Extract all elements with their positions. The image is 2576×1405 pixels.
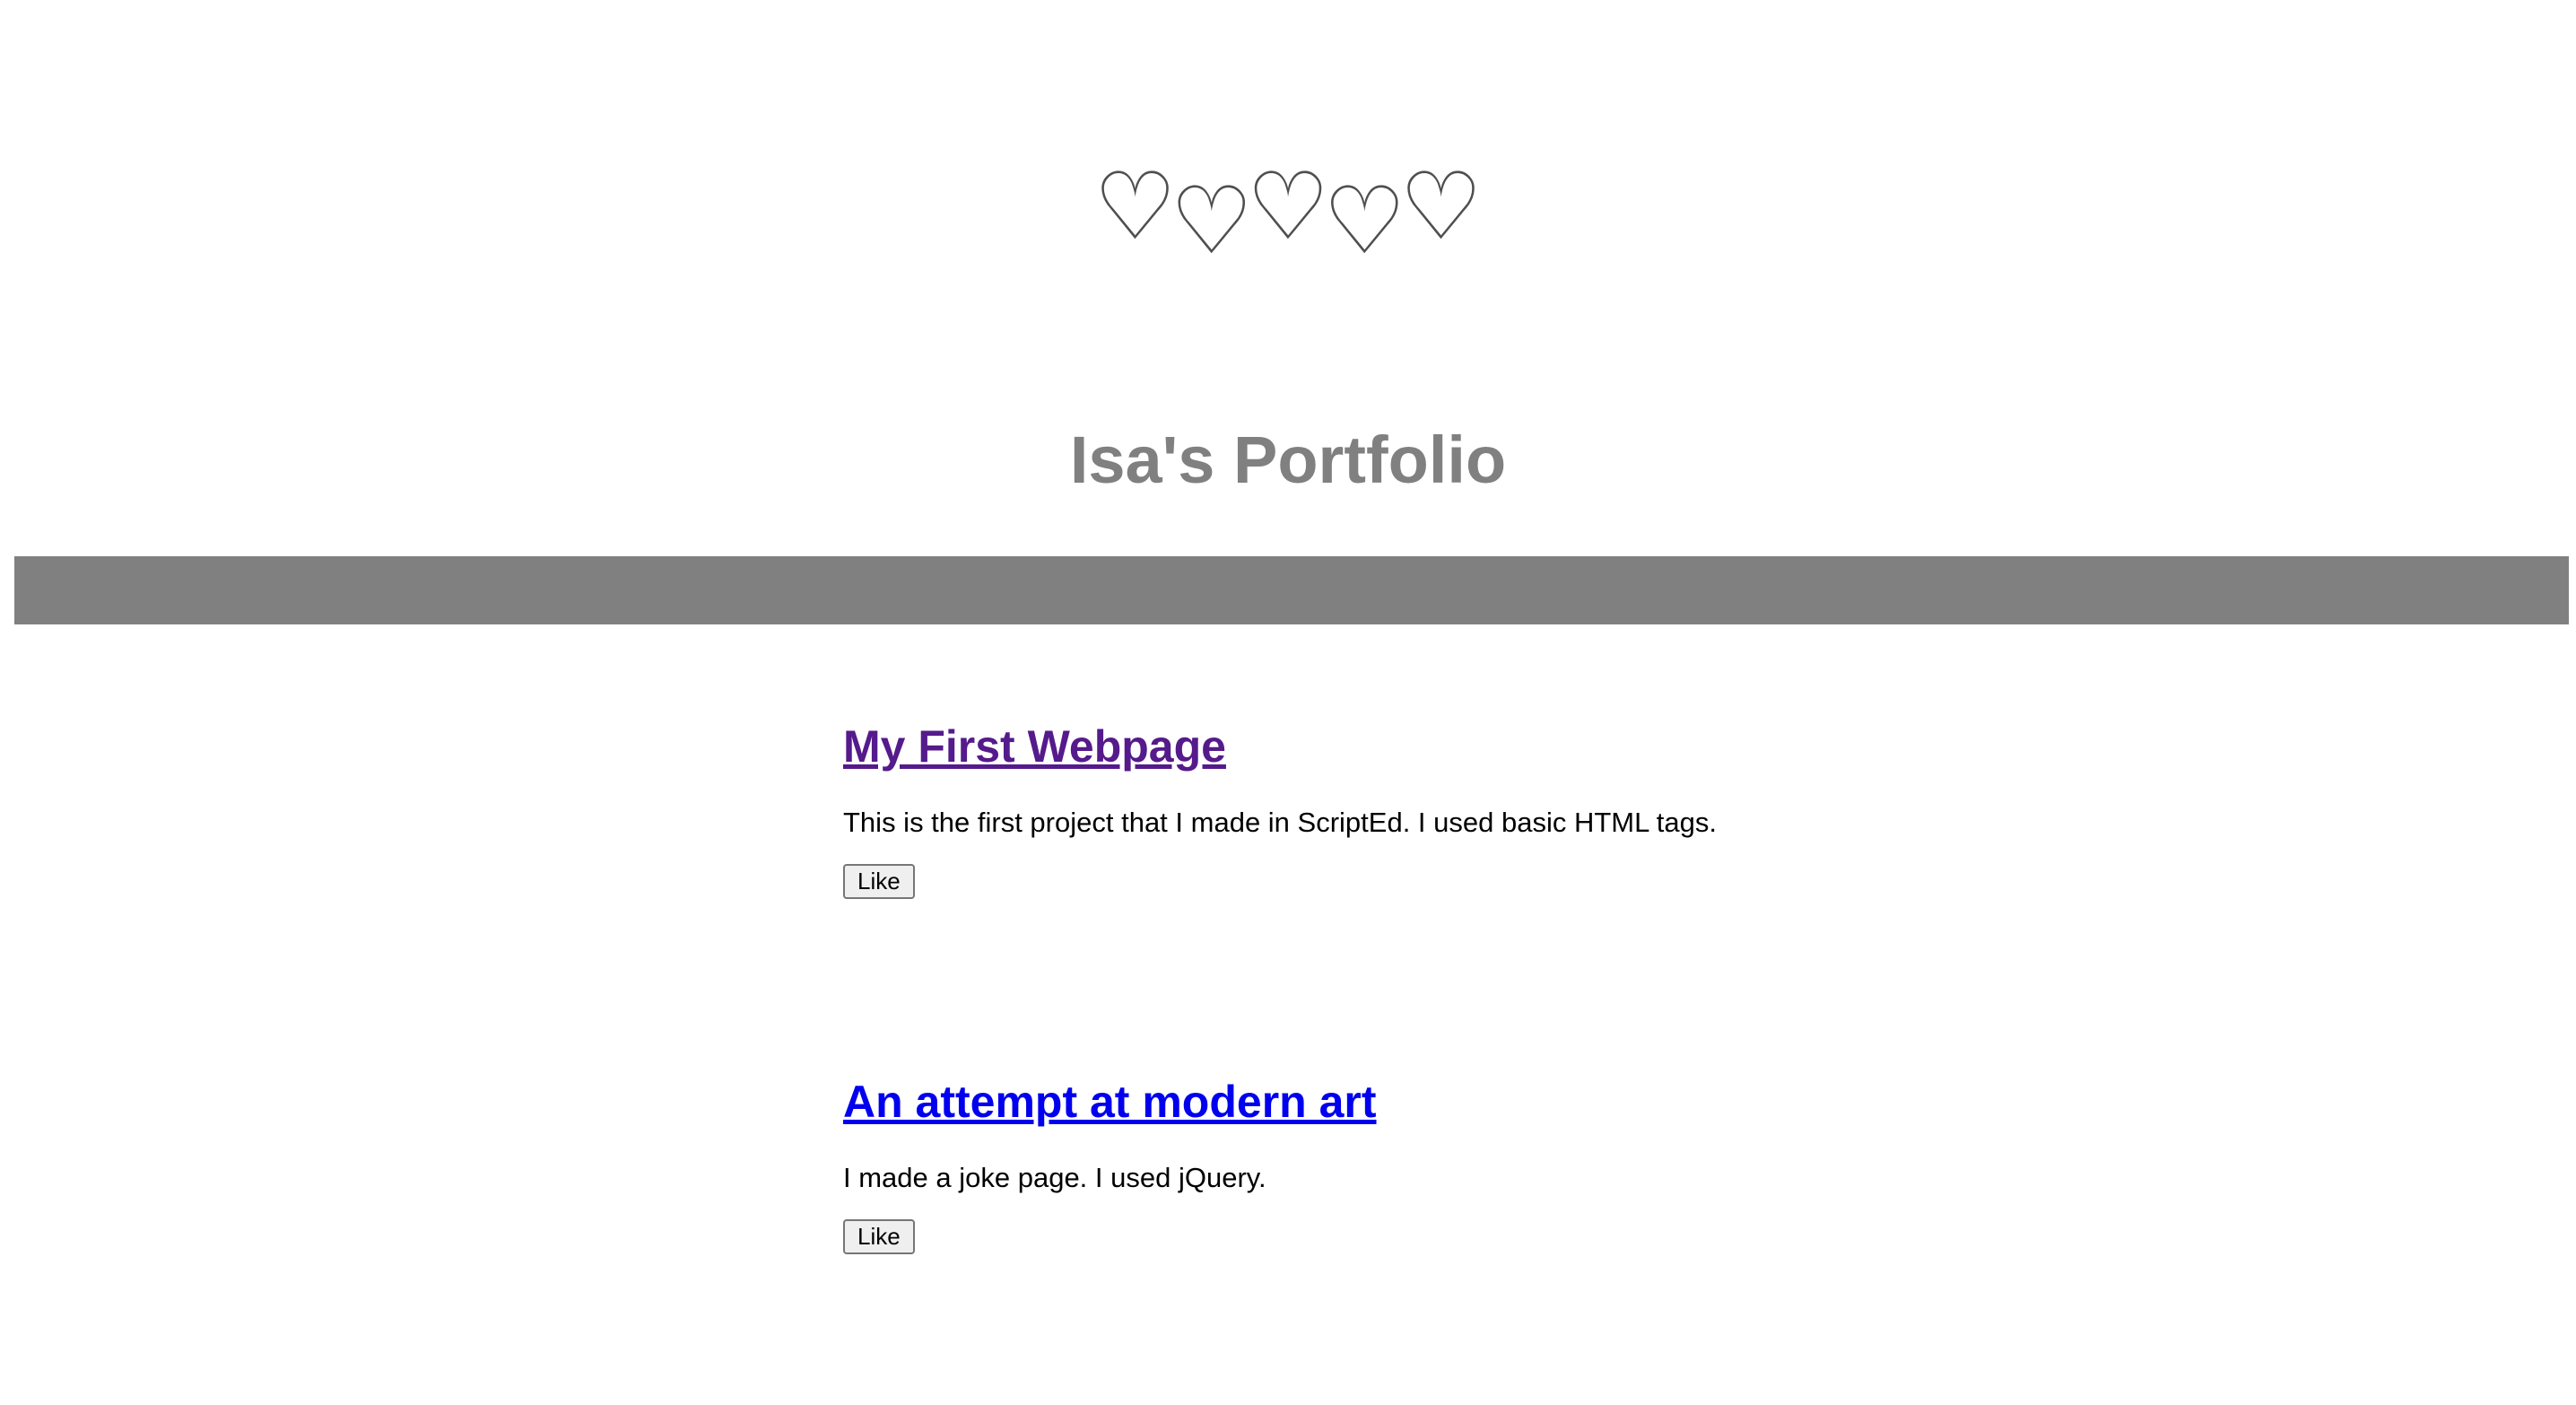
hearts-decoration: ♡♡♡♡♡ — [0, 152, 2576, 267]
project-heading: An attempt at modern art — [843, 1075, 1722, 1129]
project-card: My First Webpage This is the first proje… — [843, 720, 1722, 900]
project-heading: My First Webpage — [843, 720, 1722, 773]
heart-icon: ♡ — [1170, 166, 1254, 275]
like-button[interactable]: Like — [843, 864, 915, 900]
project-description: I made a joke page. I used jQuery. — [843, 1162, 1266, 1193]
nav-bar — [14, 556, 2569, 624]
project-link-my-first-webpage[interactable]: My First Webpage — [843, 721, 1226, 772]
heart-icon: ♡ — [1246, 152, 1330, 261]
project-link-modern-art[interactable]: An attempt at modern art — [843, 1077, 1377, 1127]
heart-icon: ♡ — [1398, 152, 1484, 261]
page-title: Isa's Portfolio — [1069, 423, 1507, 497]
heart-icon: ♡ — [1322, 166, 1406, 275]
heart-icon: ♡ — [1092, 152, 1178, 261]
like-button[interactable]: Like — [843, 1219, 915, 1255]
project-card: An attempt at modern art I made a joke p… — [843, 1075, 1722, 1255]
project-description: This is the first project that I made in… — [843, 807, 1718, 838]
